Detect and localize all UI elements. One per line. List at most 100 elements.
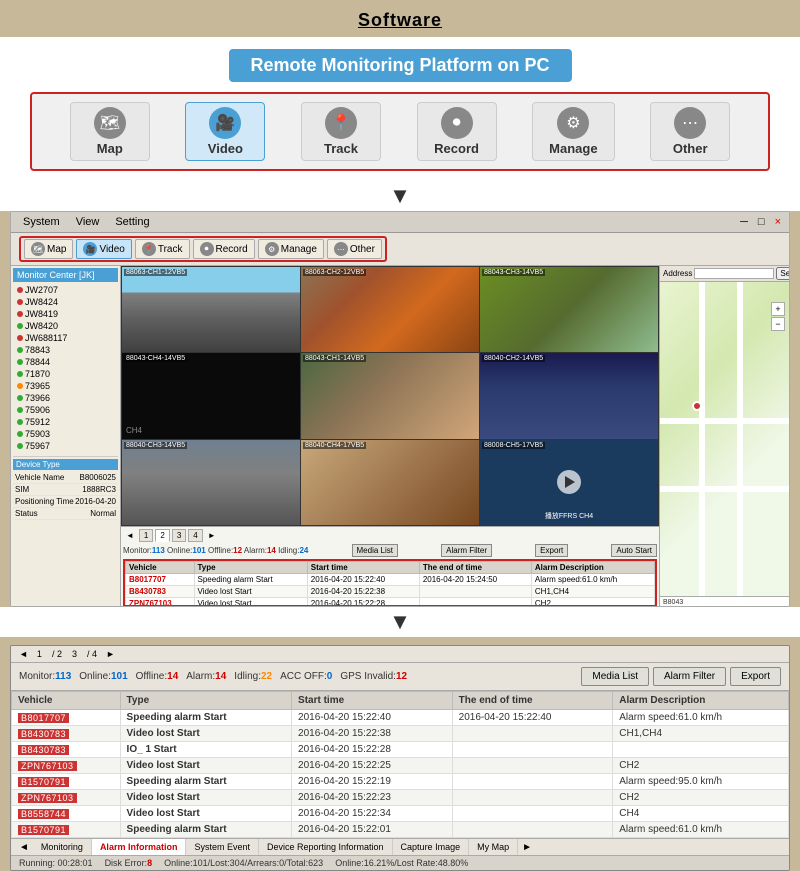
menu-setting[interactable]: Setting (107, 214, 157, 230)
table-row[interactable]: B8430783 Video lost Start 2016-04-20 15:… (12, 726, 789, 742)
alarm-tab-2[interactable]: 2 (155, 529, 169, 542)
play-label: 播放FFRS CH4 (545, 511, 593, 521)
disk-error-count: 8 (147, 858, 152, 868)
video-cell-2[interactable]: 88063-CH2-12VB5 (301, 267, 479, 352)
bottom-tabs-arrow-left[interactable]: ◄ (15, 840, 33, 855)
bottom-nav-arrow-right[interactable]: ► (104, 649, 117, 659)
bottom-nav-arrow-left[interactable]: ◄ (17, 649, 30, 659)
video-label-9: 88008-CH5-17VB5 (482, 442, 545, 449)
video-cell-7[interactable]: 88040-CH3-14VB5 (122, 440, 300, 525)
table-row[interactable]: B1570791 Speeding alarm Start 2016-04-20… (12, 822, 789, 838)
bottom-tabs-arrow-right[interactable]: ► (518, 840, 536, 855)
list-item[interactable]: JW8424 (13, 296, 118, 308)
table-row[interactable]: B8430783 Video lost Start 2016-04-20 15:… (126, 586, 655, 598)
app-nav-manage[interactable]: ⚙ Manage (258, 239, 324, 259)
video-cell-4[interactable]: CH4 88043-CH4-14VB5 (122, 353, 300, 438)
table-row[interactable]: B8430783 IO_ 1 Start 2016-04-20 15:22:28 (12, 742, 789, 758)
map-zoom-out-btn[interactable]: − (771, 317, 785, 331)
app-nav-map[interactable]: 🗺 Map (24, 239, 73, 259)
table-row[interactable]: ZPN767103 Video lost Start 2016-04-20 15… (12, 758, 789, 774)
video-cell-9[interactable]: 88008-CH5-17VB5 播放FFRS CH4 (480, 440, 658, 525)
bottom-tab-mymap[interactable]: My Map (469, 839, 518, 855)
toolbar-btn-record[interactable]: ⏺ Record (417, 102, 497, 161)
export-btn[interactable]: Export (535, 544, 568, 557)
map-zoom-in-btn[interactable]: + (771, 302, 785, 316)
minimize-btn[interactable]: ─ (736, 216, 752, 228)
media-list-button[interactable]: Media List (581, 667, 649, 686)
alarm-nav-arrow-left[interactable]: ◄ (123, 531, 137, 540)
alarm-nav-arrow-right[interactable]: ► (205, 531, 219, 540)
list-item[interactable]: JW8419 (13, 308, 118, 320)
list-item[interactable]: 75967 (13, 440, 118, 452)
list-item[interactable]: 78843 (13, 344, 118, 356)
close-btn[interactable]: × (771, 216, 785, 228)
bottom-tab-alarm[interactable]: Alarm Information (92, 839, 187, 855)
start-cell: 2016-04-20 15:22:01 (292, 822, 453, 838)
video-label-5: 88043-CH1-14VB5 (303, 355, 366, 362)
map-panel[interactable]: + − B8043 Time:2016-04-20 15:25:28 Speed… (660, 282, 789, 606)
alarm-tab-1[interactable]: 1 (139, 529, 153, 542)
maximize-btn[interactable]: □ (754, 216, 769, 228)
vehicle-cell: B1570791 (12, 774, 121, 790)
table-row[interactable]: B8558744 Video lost Start 2016-04-20 15:… (12, 806, 789, 822)
vehicle-id: 71870 (25, 369, 50, 379)
table-row[interactable]: B1570791 Speeding alarm Start 2016-04-20… (12, 774, 789, 790)
table-row[interactable]: ZPN767103 Video lost Start 2016-04-20 15… (126, 598, 655, 607)
device-value: B8006025 (80, 473, 116, 482)
toolbar-btn-map[interactable]: 🗺 Map (70, 102, 150, 161)
bottom-tab-capture[interactable]: Capture Image (393, 839, 470, 855)
list-item[interactable]: 73965 (13, 380, 118, 392)
app-nav-video[interactable]: 🎥 Video (76, 239, 131, 259)
app-nav-record[interactable]: ⏺ Record (193, 239, 255, 259)
vehicle-cell-inner: B8430783 (18, 729, 114, 739)
list-item[interactable]: JW2707 (13, 284, 118, 296)
app-nav-other[interactable]: ⋯ Other (327, 239, 382, 259)
address-search-input[interactable] (694, 268, 774, 279)
list-item[interactable]: JW8420 (13, 320, 118, 332)
table-row[interactable]: ZPN767103 Video lost Start 2016-04-20 15… (12, 790, 789, 806)
list-item[interactable]: 75912 (13, 416, 118, 428)
app-track-icon: 📍 (142, 242, 156, 256)
app-record-icon: ⏺ (200, 242, 214, 256)
bottom-tab-system[interactable]: System Event (186, 839, 259, 855)
export-button[interactable]: Export (730, 667, 781, 686)
auto-start-btn[interactable]: Auto Start (611, 544, 657, 557)
type-cell: IO_ 1 Start (120, 742, 291, 758)
list-item[interactable]: JW688117 (13, 332, 118, 344)
menu-system[interactable]: System (15, 214, 68, 230)
video-cell-5[interactable]: 88043-CH1-14VB5 (301, 353, 479, 438)
video-scene-dark: CH4 (122, 353, 300, 438)
start-cell: 2016-04-20 15:22:38 (292, 726, 453, 742)
toolbar-btn-video[interactable]: 🎥 Video (185, 102, 265, 161)
menu-view[interactable]: View (68, 214, 108, 230)
address-search-btn[interactable]: Search (776, 267, 789, 280)
list-item[interactable]: 71870 (13, 368, 118, 380)
play-overlay[interactable] (557, 470, 581, 494)
toolbar-btn-manage[interactable]: ⚙ Manage (532, 102, 614, 161)
video-cell-1[interactable]: 88063-CH1-12VB5 (122, 267, 300, 352)
alarm-tab-3[interactable]: 3 (172, 529, 186, 542)
list-item[interactable]: 75903 (13, 428, 118, 440)
bottom-tab-device[interactable]: Device Reporting Information (259, 839, 393, 855)
app-toolbar: 🗺 Map 🎥 Video 📍 Track ⏺ Record ⚙ Manage … (11, 233, 789, 266)
alarm-filter-button[interactable]: Alarm Filter (653, 667, 726, 686)
list-item[interactable]: 73966 (13, 392, 118, 404)
alarm-tab-4[interactable]: 4 (188, 529, 202, 542)
device-info-row: Vehicle Name B8006025 (13, 472, 118, 484)
media-list-btn[interactable]: Media List (352, 544, 398, 557)
status-bar: Running: 00:28:01 Disk Error:8 Online:10… (11, 855, 789, 870)
toolbar-btn-track[interactable]: 📍 Track (301, 102, 381, 161)
video-cell-8[interactable]: 88040-CH4-17VB5 (301, 440, 479, 525)
video-cell-6[interactable]: 88040-CH2-14VB5 (480, 353, 658, 438)
list-item[interactable]: 75906 (13, 404, 118, 416)
alarm-filter-btn[interactable]: Alarm Filter (441, 544, 492, 557)
type-cell: Speeding alarm Start (120, 822, 291, 838)
toolbar-btn-other[interactable]: ⋯ Other (650, 102, 730, 161)
table-row[interactable]: B8017707 Speeding alarm Start 2016-04-20… (12, 710, 789, 726)
video-cell-3[interactable]: 88043-CH3-14VB5 (480, 267, 658, 352)
table-row[interactable]: B8017707 Speeding alarm Start 2016-04-20… (126, 574, 655, 586)
list-item[interactable]: 78844 (13, 356, 118, 368)
app-nav-track[interactable]: 📍 Track (135, 239, 190, 259)
bottom-tab-monitoring[interactable]: Monitoring (33, 839, 92, 855)
stat-online: Online:101 (79, 671, 127, 682)
